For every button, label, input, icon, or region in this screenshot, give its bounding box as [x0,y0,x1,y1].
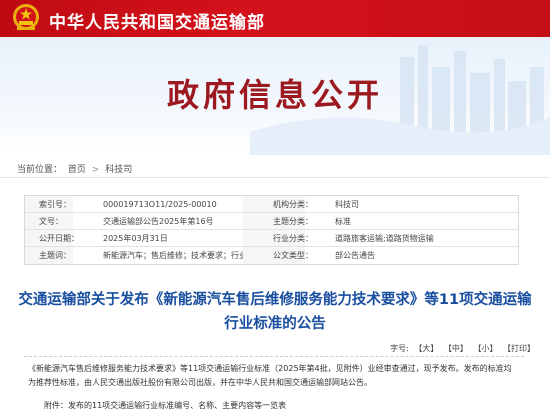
divider [24,356,524,357]
meta-value: 000019713O11/2025-00010 [103,200,217,209]
meta-value: 标准 [335,217,351,226]
breadcrumb-home[interactable]: 首页 [68,165,86,175]
metadata-table: 索引号： 000019713O11/2025-00010 机构分类： 科技司 文… [24,195,519,265]
meta-value: 部公告通告 [335,251,375,260]
meta-label: 公开日期： [25,230,79,246]
meta-value: 新能源汽车；售后维修；技术要求；行业标准 [103,251,263,260]
site-header: 中华人民共和国交通运输部 [0,0,550,37]
font-size-label: 字号: [390,344,409,353]
breadcrumb-prefix: 当前位置： [17,165,63,175]
font-large-button[interactable]: 【大】 [414,344,438,353]
metadata-row: 索引号： 000019713O11/2025-00010 机构分类： 科技司 [25,196,518,213]
meta-label: 主题分类： [243,213,313,229]
meta-value: 2025年03月31日 [103,234,168,243]
meta-label: 机构分类： [243,196,313,212]
metadata-row: 公开日期： 2025年03月31日 行业分类： 道路旅客运输;道路货物运输 [25,230,518,247]
font-size-controls: 字号: 【大】 【中】 【小】 【打印】 [387,343,535,354]
meta-label: 文号： [25,213,73,229]
national-emblem-icon [13,4,39,30]
breadcrumb-section[interactable]: 科技司 [105,165,132,175]
article-title: 交通运输部关于发布《新能源汽车售后维修服务能力技术要求》等11项交通运输行业标准… [18,292,532,332]
divider [0,177,550,178]
page-heading: 政府信息公开 [166,76,383,114]
meta-value: 道路旅客运输;道路货物运输 [335,234,434,243]
site-title[interactable]: 中华人民共和国交通运输部 [49,8,265,33]
meta-value: 交通运输部公告2025年第16号 [103,217,214,226]
meta-value: 科技司 [335,200,359,209]
hero-banner: 政府信息公开 [0,37,550,155]
font-medium-button[interactable]: 【中】 [444,344,468,353]
breadcrumb: 当前位置： 首页 > 科技司 [17,162,135,175]
print-button[interactable]: 【打印】 [503,344,535,353]
breadcrumb-separator: > [91,165,100,175]
meta-label: 索引号： [25,196,73,212]
meta-label: 主题词： [25,247,73,264]
font-small-button[interactable]: 【小】 [473,344,497,353]
metadata-row: 主题词： 新能源汽车；售后维修；技术要求；行业标准 公文类型： 部公告通告 [25,247,518,264]
meta-label: 公文类型： [243,247,313,264]
meta-label: 行业分类： [243,230,313,246]
attachment-link[interactable]: 附件：发布的11项交通运输行业标准编号、名称、主要内容等一览表 [44,400,286,411]
metadata-row: 文号： 交通运输部公告2025年第16号 主题分类： 标准 [25,213,518,230]
article-paragraph: 《新能源汽车售后维修服务能力技术要求》等11项交通运输行业标准（2025年第4批… [28,364,512,387]
